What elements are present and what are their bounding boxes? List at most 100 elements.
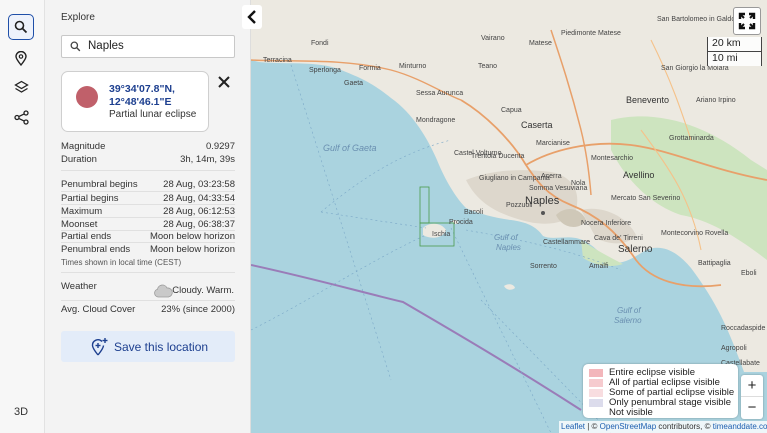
town-label: Fondi xyxy=(311,40,329,47)
legend-swatch xyxy=(589,399,603,407)
coordinates-lat: 39°34'07.8"N, xyxy=(109,83,175,95)
time-value: Moon below horizon xyxy=(149,231,235,242)
cloud-cover-value: 23% (since 2000) xyxy=(161,304,235,315)
search-icon xyxy=(14,20,28,34)
explore-panel: Explore Naples 39°34'07.8"N, 12°48'46.1"… xyxy=(45,0,251,433)
town-label: Vairano xyxy=(481,35,505,42)
town-label: Nocera Inferiore xyxy=(581,220,631,227)
town-label: San Giorgio la Molara xyxy=(661,65,729,72)
leaflet-link[interactable]: Leaflet xyxy=(561,422,585,431)
stat-value: 0.9297 xyxy=(205,141,235,152)
map-attribution: Leaflet | © OpenStreetMap contributors, … xyxy=(559,421,767,433)
save-label: Save this location xyxy=(114,340,209,354)
divider xyxy=(61,204,235,205)
town-label: Montesarchio xyxy=(591,155,633,162)
town-label: Formia xyxy=(359,65,381,72)
cloud-icon xyxy=(154,284,173,298)
time-label: Penumbral begins xyxy=(61,179,138,190)
chevron-left-icon xyxy=(247,10,256,24)
divider xyxy=(61,242,235,243)
search-tool-button[interactable] xyxy=(8,14,34,40)
search-value: Naples xyxy=(88,40,124,52)
legend: Entire eclipse visible All of partial ec… xyxy=(583,364,738,418)
time-label: Penumbral ends xyxy=(61,244,131,255)
add-location-icon xyxy=(91,338,108,356)
share-tool-button[interactable] xyxy=(8,104,34,130)
town-label: Sessa Aurunca xyxy=(416,90,463,97)
town-label: Roccadaspide xyxy=(721,325,765,332)
attribution-text: | © xyxy=(585,422,600,431)
town-label: Ariano Irpino xyxy=(696,97,736,104)
stat-value: 3h, 14m, 39s xyxy=(180,154,235,165)
scale-km: 20 km xyxy=(707,37,762,52)
time-label: Partial ends xyxy=(61,231,112,242)
coordinates-lon: 12°48'46.1"E xyxy=(109,95,172,108)
city-label: Benevento xyxy=(626,95,669,105)
city-label: Avellino xyxy=(623,170,654,180)
search-icon xyxy=(70,41,81,52)
town-label: Bacoli xyxy=(464,209,484,216)
town-label: Teano xyxy=(478,63,497,70)
cloud-cover-row: Avg. Cloud Cover 23% (since 2000) xyxy=(61,304,235,317)
fullscreen-button[interactable] xyxy=(733,7,761,35)
panel-title: Explore xyxy=(61,12,95,23)
layers-tool-button[interactable] xyxy=(8,74,34,100)
timeanddate-link[interactable]: timeanddate.com xyxy=(713,422,767,431)
attribution-text: contributors, © xyxy=(656,422,713,431)
3d-toggle[interactable]: 3D xyxy=(14,406,28,418)
town-label: Matese xyxy=(529,40,552,47)
stat-label: Magnitude xyxy=(61,141,106,152)
town-label: Mondragone xyxy=(416,117,455,124)
town-label: Procida xyxy=(449,219,473,226)
town-label: Montecorvino Rovella xyxy=(661,230,728,237)
location-tool-button[interactable] xyxy=(8,45,34,71)
scale-mi: 10 mi xyxy=(707,51,762,66)
town-label: Sorrento xyxy=(530,263,557,270)
town-label: San Bartolomeo in Galdo xyxy=(657,16,735,23)
town-label: Battipaglia xyxy=(698,260,731,267)
divider xyxy=(61,170,235,171)
zoom-in-button[interactable]: + xyxy=(741,375,763,397)
timezone-note: Times shown in local time (CEST) xyxy=(61,258,182,267)
zoom-control: + − xyxy=(741,375,763,419)
weather-value: Cloudy. Warm. xyxy=(172,285,234,296)
divider xyxy=(61,217,235,218)
location-pin-icon xyxy=(15,50,27,66)
gulf-salerno-label: Salerno xyxy=(614,316,642,325)
eclipse-type: Partial lunar eclipse xyxy=(109,109,197,120)
eclipse-type-dot xyxy=(76,86,98,108)
time-value: 28 Aug, 03:23:58 xyxy=(163,179,235,190)
divider xyxy=(61,300,235,301)
time-value: 28 Aug, 06:38:37 xyxy=(163,219,235,230)
save-location-button[interactable]: Save this location xyxy=(61,331,235,362)
close-icon[interactable] xyxy=(217,75,231,89)
legend-swatch xyxy=(589,409,603,417)
naples-marker xyxy=(541,211,545,215)
time-value: 28 Aug, 04:33:54 xyxy=(163,193,235,204)
fullscreen-icon xyxy=(738,12,756,30)
divider xyxy=(61,191,235,192)
layers-icon xyxy=(13,80,29,93)
duration-row: Duration 3h, 14m, 39s xyxy=(61,154,235,167)
legend-swatch xyxy=(589,389,603,397)
time-row: Penumbral ends Moon below horizon xyxy=(61,244,235,257)
time-label: Moonset xyxy=(61,219,98,230)
town-label: Castellammare xyxy=(543,239,590,246)
collapse-panel-button[interactable] xyxy=(242,5,262,29)
city-label: Caserta xyxy=(521,120,553,130)
location-card: 39°34'07.8"N, 12°48'46.1"E Partial lunar… xyxy=(61,71,209,132)
town-label: Sperlonga xyxy=(309,67,341,74)
tool-rail: 3D xyxy=(0,0,45,433)
share-icon xyxy=(13,109,29,125)
cloud-cover-label: Avg. Cloud Cover xyxy=(61,304,136,315)
time-value: Moon below horizon xyxy=(149,244,235,255)
town-label: Eboli xyxy=(741,270,757,277)
search-input[interactable]: Naples xyxy=(61,35,235,58)
town-label: Giugliano in Campania xyxy=(479,175,550,182)
town-label: Capua xyxy=(501,107,522,114)
zoom-out-button[interactable]: − xyxy=(741,397,763,419)
osm-link[interactable]: OpenStreetMap xyxy=(600,422,656,431)
town-label: Pozzuoli xyxy=(506,202,533,209)
time-label: Partial begins xyxy=(61,193,119,204)
time-value: 28 Aug, 06:12:53 xyxy=(163,206,235,217)
